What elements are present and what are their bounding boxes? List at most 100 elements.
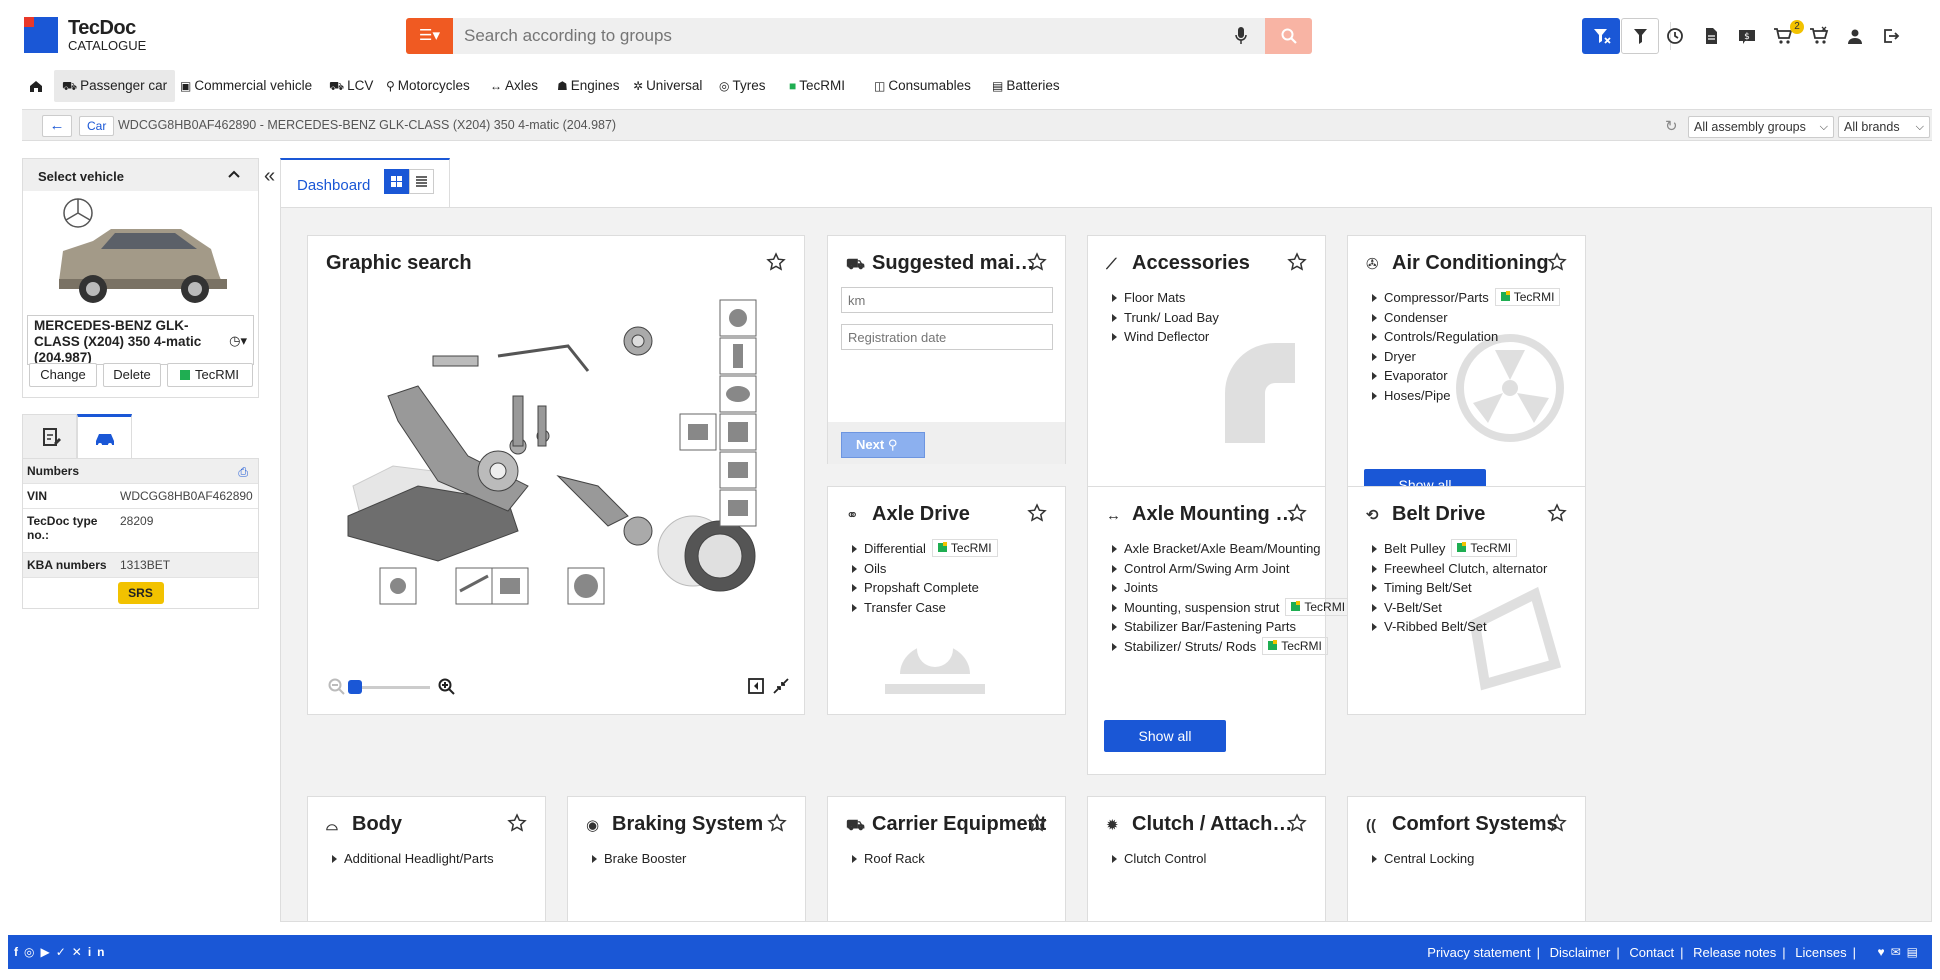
nav-engines[interactable]: ☗ Engines [549, 70, 628, 102]
cart-remove-icon[interactable] [1809, 26, 1829, 46]
star-icon[interactable] [1027, 252, 1047, 272]
user-icon[interactable] [1845, 26, 1865, 46]
search-mode-button[interactable]: ☰▾ [406, 18, 453, 54]
list-item[interactable]: Axle Bracket/Axle Beam/Mounting [1110, 539, 1351, 559]
contact-link[interactable]: Contact [1629, 945, 1674, 960]
print-icon[interactable]: ⎙ [238, 465, 248, 480]
list-item[interactable]: Differential TecRMI [850, 539, 998, 559]
grid-view-button[interactable] [384, 169, 409, 194]
star-icon[interactable] [1547, 813, 1567, 833]
km-input[interactable] [841, 287, 1053, 313]
list-item[interactable]: Propshaft Complete [850, 578, 998, 598]
list-item[interactable]: Roof Rack [850, 849, 925, 869]
history-icon[interactable] [1665, 26, 1685, 46]
star-icon[interactable] [1027, 813, 1047, 833]
delete-vehicle-button[interactable]: Delete [103, 363, 161, 387]
twitter-icon[interactable]: ✓ [56, 945, 72, 959]
list-item[interactable]: Compressor/Parts TecRMI [1370, 288, 1561, 308]
star-icon[interactable] [1027, 503, 1047, 523]
list-item[interactable]: Belt Pulley TecRMI [1370, 539, 1547, 559]
nav-motorcycles[interactable]: ⚲ Motorcycles [378, 70, 478, 102]
vehicle-type-button[interactable]: Car [79, 116, 115, 136]
tecrmi-badge[interactable]: TecRMI [1451, 539, 1518, 557]
document-icon[interactable] [1701, 26, 1721, 46]
list-item[interactable]: Mounting, suspension strut TecRMI [1110, 597, 1352, 618]
minimize-icon[interactable] [773, 678, 789, 694]
refresh-icon[interactable]: ↻ [1665, 117, 1678, 135]
list-item[interactable]: Trunk/ Load Bay [1110, 308, 1219, 328]
srs-badge[interactable]: SRS [117, 582, 164, 604]
nav-tecrmi[interactable]: ■ TecRMI [781, 70, 853, 102]
tab-vehicle-info[interactable] [22, 414, 77, 459]
star-icon[interactable] [1547, 503, 1567, 523]
star-icon[interactable] [766, 252, 786, 272]
nav-lcv[interactable]: ⛟ LCV [321, 70, 381, 102]
list-item[interactable]: Additional Headlight/Parts [330, 849, 494, 869]
facebook-icon[interactable]: f [14, 945, 24, 959]
list-view-button[interactable] [409, 169, 434, 194]
logout-icon[interactable] [1881, 26, 1901, 46]
quote-icon[interactable]: $ [1737, 26, 1757, 46]
list-item[interactable]: Transfer Case [850, 598, 998, 618]
filter-button[interactable] [1621, 18, 1659, 54]
search-button[interactable] [1265, 18, 1312, 54]
tab-dashboard[interactable]: Dashboard [280, 158, 450, 208]
select-vehicle-header[interactable]: Select vehicle [23, 159, 258, 191]
disclaimer-link[interactable]: Disclaimer [1550, 945, 1611, 960]
star-icon[interactable] [767, 813, 787, 833]
linkedin-icon[interactable]: in [88, 945, 111, 959]
tecrmi-badge[interactable]: TecRMI [931, 539, 998, 557]
list-item[interactable]: Floor Mats [1110, 288, 1219, 308]
zoom-out-icon[interactable] [328, 678, 346, 696]
nav-batteries[interactable]: ▤ Batteries [984, 70, 1068, 102]
home-button[interactable] [24, 70, 46, 102]
news-icon[interactable]: ▤ [1907, 945, 1924, 959]
list-item[interactable]: Brake Booster [590, 849, 686, 869]
brands-select[interactable]: All brands ⌵ [1838, 116, 1930, 138]
nav-commercial-vehicle[interactable]: ▣ Commercial vehicle [172, 70, 320, 102]
registration-date-input[interactable] [841, 324, 1053, 350]
zoom-in-icon[interactable] [438, 678, 456, 696]
youtube-icon[interactable]: ▶ [40, 945, 55, 959]
tecrmi-badge[interactable]: TecRMI [1262, 636, 1328, 655]
list-item[interactable]: Condenser [1370, 308, 1560, 328]
x-icon[interactable]: ✕ [72, 945, 88, 959]
tecdoc-logo[interactable]: TecDoc CATALOGUE [24, 17, 164, 57]
nav-passenger-car[interactable]: ⛟ Passenger car [54, 70, 176, 102]
tab-vehicle-numbers[interactable] [77, 414, 132, 459]
zoom-slider-handle[interactable] [348, 680, 362, 694]
change-vehicle-button[interactable]: Change [29, 363, 97, 387]
collapse-panel-icon[interactable] [748, 678, 764, 694]
star-icon[interactable] [1287, 503, 1307, 523]
collapse-sidebar-icon[interactable]: « [264, 165, 275, 188]
star-icon[interactable] [507, 813, 527, 833]
tecrmi-badge[interactable]: TecRMI [1494, 288, 1561, 306]
assembly-groups-select[interactable]: All assembly groups ⌵ [1688, 116, 1834, 138]
nav-tyres[interactable]: ◎ Tyres [711, 70, 774, 102]
back-button[interactable]: ← [42, 115, 72, 137]
list-item[interactable]: Stabilizer Bar/Fastening Parts [1110, 617, 1351, 637]
tecrmi-badge[interactable]: TecRMI [1285, 597, 1352, 616]
star-icon[interactable] [1547, 252, 1567, 272]
microphone-icon[interactable] [1235, 27, 1247, 45]
list-item[interactable]: Freewheel Clutch, alternator [1370, 559, 1547, 579]
heart-icon[interactable]: ♥ [1877, 945, 1890, 959]
star-icon[interactable] [1287, 813, 1307, 833]
sidebar-tecrmi-button[interactable]: TecRMI [167, 363, 253, 387]
list-item[interactable]: Central Locking [1370, 849, 1474, 869]
star-icon[interactable] [1287, 252, 1307, 272]
licenses-link[interactable]: Licenses [1795, 945, 1846, 960]
search-input[interactable] [464, 18, 1194, 54]
vehicle-history-dropdown[interactable]: ◷▾ [229, 333, 247, 349]
nav-consumables[interactable]: ◫ Consumables [866, 70, 979, 102]
list-item[interactable]: Clutch Control [1110, 849, 1206, 869]
exploded-parts-diagram[interactable] [308, 286, 806, 646]
list-item[interactable]: Control Arm/Swing Arm Joint [1110, 559, 1351, 579]
release-notes-link[interactable]: Release notes [1693, 945, 1776, 960]
show-all-button[interactable]: Show all [1104, 720, 1226, 752]
nav-universal[interactable]: ✲ Universal [625, 70, 710, 102]
feedback-icon[interactable]: ✉ [1891, 945, 1907, 959]
clear-filter-button[interactable] [1582, 18, 1620, 54]
list-item[interactable]: Stabilizer/ Struts/ Rods TecRMI [1110, 636, 1351, 657]
nav-axles[interactable]: ↔ Axles [482, 70, 546, 102]
